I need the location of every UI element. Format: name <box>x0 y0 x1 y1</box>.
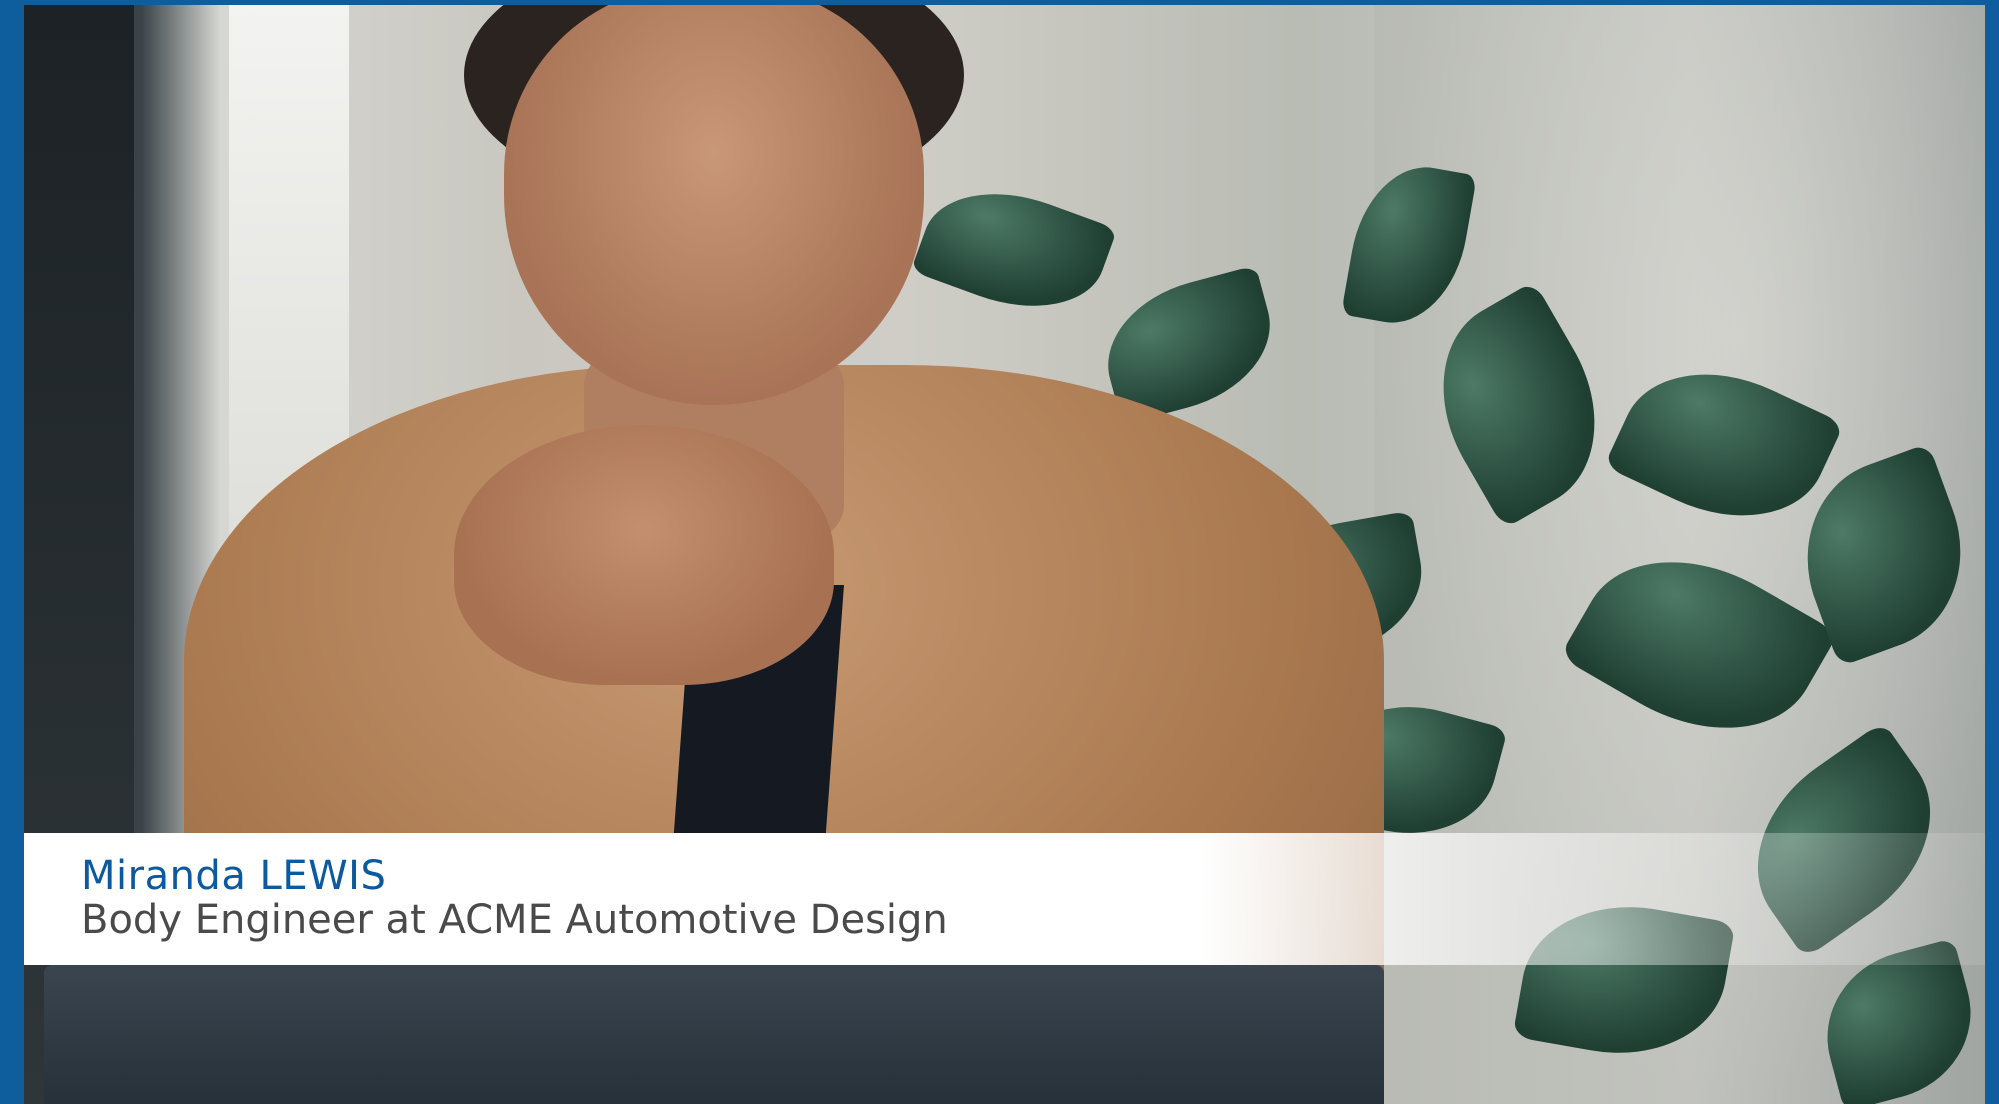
plant-leaf <box>910 167 1118 333</box>
video-frame: Miranda LEWIS Body Engineer at ACME Auto… <box>0 0 1999 1104</box>
person-face <box>504 5 924 405</box>
speaker-name: Miranda LEWIS <box>81 853 387 899</box>
person-hand <box>454 425 834 685</box>
laptop <box>44 965 1384 1104</box>
lower-third-banner: Miranda LEWIS Body Engineer at ACME Auto… <box>24 833 1985 965</box>
speaker-title: Body Engineer at ACME Automotive Design <box>81 897 948 943</box>
